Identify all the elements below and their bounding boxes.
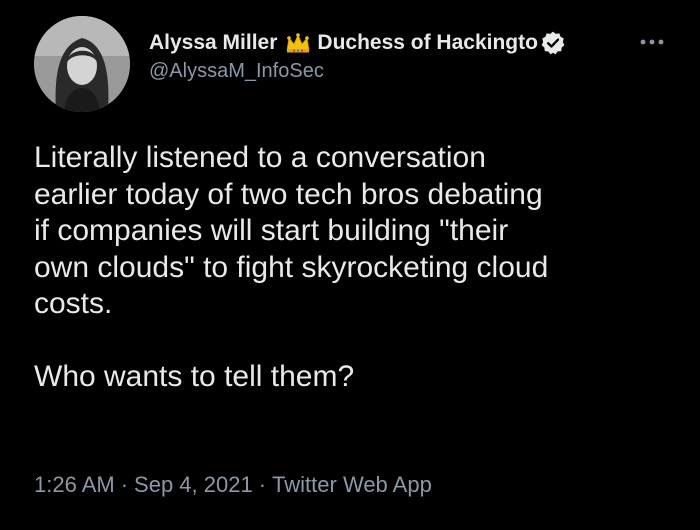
separator-dot: · [120,472,129,497]
more-options-icon[interactable] [637,32,667,52]
tweet-date[interactable]: Sep 4, 2021 [134,472,253,497]
crown-emoji-icon [285,32,311,54]
verified-badge-icon [540,30,566,56]
author-block: Alyssa Miller Duchess of Hackingto @Alys… [149,28,619,83]
avatar[interactable] [34,16,130,112]
tweet-card: Alyssa Miller Duchess of Hackingto @Alys… [0,0,700,530]
user-handle[interactable]: @AlyssaM_InfoSec [149,60,619,83]
name-row: Alyssa Miller Duchess of Hackingto [149,28,619,58]
tweet-text: Literally listened to a conversation ear… [34,141,549,393]
display-name[interactable]: Alyssa Miller [149,31,277,55]
tweet-source[interactable]: Twitter Web App [272,472,432,497]
tweet-metadata: 1:26 AM · Sep 4, 2021 · Twitter Web App [34,472,432,498]
tweet-time[interactable]: 1:26 AM [34,472,115,497]
avatar-photo [34,16,130,112]
profile-title: Duchess of Hackingto [317,31,538,54]
separator-dot: · [258,472,267,497]
